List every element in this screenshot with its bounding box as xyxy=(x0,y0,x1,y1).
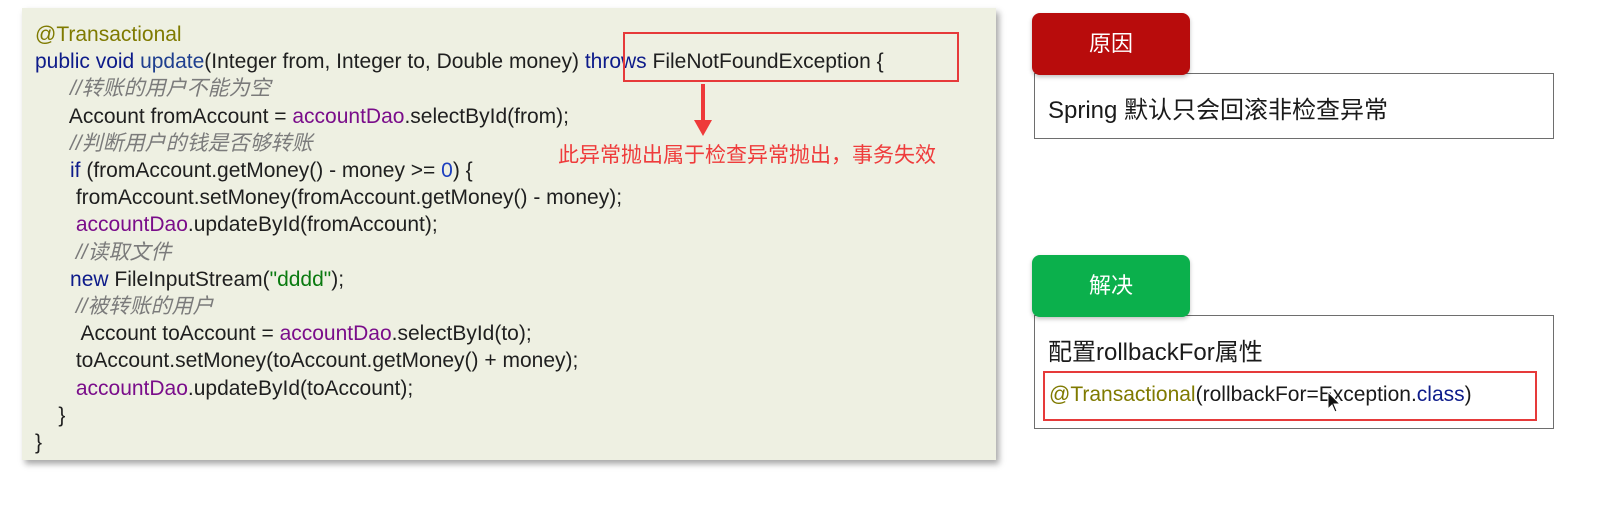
code-token: new xyxy=(70,267,109,291)
code-line: accountDao.updateById(fromAccount); xyxy=(35,211,438,238)
code-line: fromAccount.setMoney(fromAccount.getMone… xyxy=(35,184,622,211)
transactional-annotation: @Transactional xyxy=(1049,383,1196,406)
code-token: Account fromAccount = xyxy=(35,104,293,128)
code-line: Account fromAccount = accountDao.selectB… xyxy=(35,103,569,130)
code-token: (fromAccount.getMoney() - money >= xyxy=(80,159,442,182)
code-line: //判断用户的钱是否够转账 xyxy=(35,130,313,157)
code-token: //判断用户的钱是否够转账 xyxy=(35,131,313,155)
code-token: ); xyxy=(331,267,345,291)
solution-tab: 解决 xyxy=(1032,255,1190,317)
exception-annotation: 此异常抛出属于检查异常抛出，事务失效 xyxy=(558,144,936,167)
code-line: @Transactional xyxy=(35,21,182,48)
code-line: new FileInputStream("dddd"); xyxy=(35,266,344,293)
code-token: accountDao xyxy=(75,213,188,237)
code-line: } xyxy=(35,429,42,456)
code-token: .updateById(fromAccount); xyxy=(187,213,438,237)
code-token: .selectById(to); xyxy=(391,322,532,346)
solution-tab-label: 解决 xyxy=(1088,273,1133,298)
code-line: Account toAccount = accountDao.selectByI… xyxy=(35,320,532,347)
mouse-cursor-icon xyxy=(1327,391,1341,413)
code-token: 0 xyxy=(441,159,453,182)
code-line: //读取文件 xyxy=(35,239,172,266)
code-line: } xyxy=(35,402,65,429)
solution-box: 配置rollbackFor属性 @Transactional(rollbackF… xyxy=(1034,315,1554,429)
code-token: } xyxy=(35,431,43,454)
reason-tab: 原因 xyxy=(1032,13,1190,75)
rollbackfor-highlight-box: @Transactional(rollbackFor=Exception.cla… xyxy=(1043,371,1537,421)
code-token: accountDao xyxy=(75,376,188,400)
code-token: } xyxy=(35,403,66,427)
down-arrow-icon xyxy=(694,84,712,136)
code-token: if xyxy=(70,159,81,182)
code-token: .updateById(toAccount); xyxy=(187,376,414,400)
code-token: ) { xyxy=(452,159,473,182)
code-token: toAccount.setMoney(toAccount.getMoney() … xyxy=(35,349,579,373)
code-close-paren: ) xyxy=(1464,383,1472,406)
reason-tab-label: 原因 xyxy=(1088,31,1133,56)
code-token: .selectById(from); xyxy=(404,104,569,128)
code-token: @Transactional xyxy=(35,23,182,46)
code-token: (Integer from, Integer to, Double money) xyxy=(204,50,585,74)
code-token: update xyxy=(140,50,205,74)
code-line: accountDao.updateById(toAccount); xyxy=(35,375,413,402)
reason-text: Spring 默认只会回滚非检查异常 xyxy=(1048,97,1389,124)
code-token: //被转账的用户 xyxy=(35,295,214,318)
throws-highlight-box xyxy=(623,32,959,82)
code-line: //转账的用户不能为空 xyxy=(35,75,271,102)
code-token: "dddd" xyxy=(269,267,332,291)
code-token: FileInputStream( xyxy=(108,267,270,291)
code-token: accountDao xyxy=(279,322,392,346)
code-token: accountDao xyxy=(292,104,405,128)
code-token: //转账的用户不能为空 xyxy=(35,77,271,101)
code-line: if (fromAccount.getMoney() - money >= 0)… xyxy=(35,157,473,184)
class-keyword: class xyxy=(1416,383,1465,406)
rollbackfor-code: @Transactional(rollbackFor=Exception.cla… xyxy=(1049,381,1472,409)
code-token: //读取文件 xyxy=(35,240,172,264)
code-token: public void xyxy=(35,50,141,74)
code-line: toAccount.setMoney(toAccount.getMoney() … xyxy=(35,347,579,374)
reason-box: Spring 默认只会回滚非检查异常 xyxy=(1034,73,1554,139)
code-line: //被转账的用户 xyxy=(35,293,214,320)
code-token: fromAccount.setMoney(fromAccount.getMone… xyxy=(35,186,623,210)
solution-text: 配置rollbackFor属性 xyxy=(1048,339,1263,366)
rollbackfor-param: (rollbackFor=Exception. xyxy=(1195,383,1417,406)
code-token: Account toAccount = xyxy=(35,322,280,346)
